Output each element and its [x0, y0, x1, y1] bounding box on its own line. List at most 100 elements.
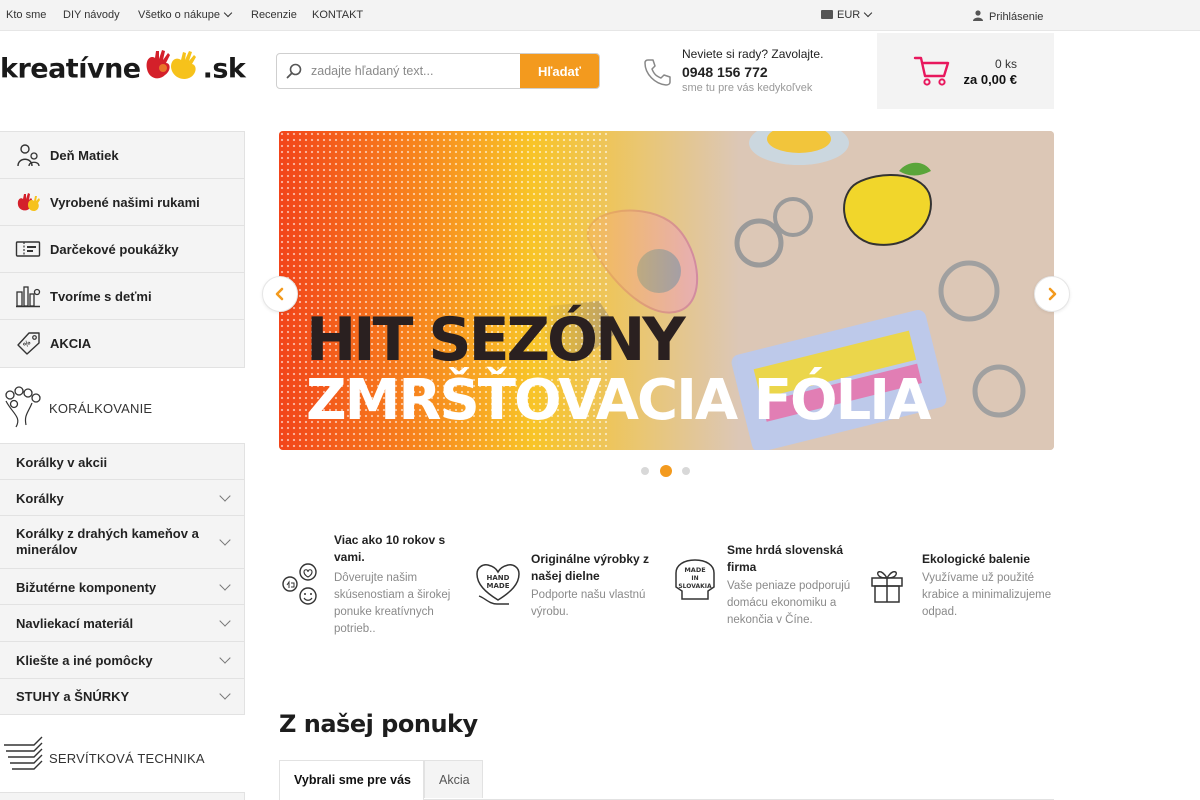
- phone-note: sme tu pre vás kedykoľvek: [682, 82, 813, 94]
- featured-categories: Deň Matiek Vyrobené našimi rukami Darček…: [0, 131, 245, 368]
- sidebar-item-mothers-day[interactable]: Deň Matiek: [0, 132, 244, 179]
- search-button[interactable]: Hľadať: [520, 54, 599, 88]
- banner-subheadline: ZMRŠŤOVACIA FÓLIA: [306, 368, 931, 433]
- nav-link-about[interactable]: Kto sme: [6, 9, 46, 21]
- logo-text: kreatívne: [0, 53, 141, 85]
- badge-text: SLOVAKIA: [678, 583, 712, 590]
- section-title-beading[interactable]: KORÁLKOVANIE: [0, 383, 245, 433]
- carousel-dot[interactable]: [641, 467, 649, 475]
- category-beads[interactable]: Korálky: [0, 480, 244, 516]
- site-logo[interactable]: kreatívne .sk: [0, 50, 246, 87]
- phone-number[interactable]: 0948 156 772: [682, 64, 768, 80]
- login-label: Prihlásenie: [989, 11, 1044, 23]
- handmade-badge-text: HAND: [487, 574, 510, 582]
- currency-label: EUR: [837, 9, 861, 21]
- carousel-next-button[interactable]: [1034, 276, 1070, 312]
- sidebar-item-label: Deň Matiek: [50, 148, 119, 163]
- sidebar-item-label: Darčekové poukážky: [50, 242, 179, 257]
- shopping-cart-icon: [913, 56, 950, 86]
- sidebar-item-vouchers[interactable]: Darčekové poukážky: [0, 226, 244, 273]
- painted-hands-logo-icon: [146, 50, 196, 79]
- section-title-label: SERVÍTKOVÁ TECHNIKA: [49, 751, 205, 766]
- badge-text: MADE: [684, 566, 705, 574]
- chevron-down-icon[interactable]: [219, 490, 231, 502]
- benefit-title: Originálne výrobky z našej dielne: [531, 552, 650, 583]
- nav-link-diy[interactable]: DIY návody: [63, 9, 120, 21]
- benefit-description: Využívame už použité krabice a minimaliz…: [922, 572, 1052, 618]
- beads-icon: [5, 386, 41, 428]
- benefit-title: Sme hrdá slovenská firma: [727, 543, 844, 574]
- sidebar-item-handmade[interactable]: Vyrobené našimi rukami: [0, 179, 244, 226]
- section-title-label: KORÁLKOVANIE: [49, 401, 153, 416]
- offer-tabs: Vybrali sme pre vás Akcia: [279, 760, 1054, 800]
- made-in-slovakia-icon: MADE IN SLOVAKIA: [675, 559, 715, 600]
- category-label: Navliekací materiál: [16, 616, 134, 631]
- handmade-badge-text: MADE: [487, 582, 510, 590]
- chevron-down-icon: [223, 8, 233, 18]
- chevron-down-icon[interactable]: [219, 615, 231, 627]
- benefit-description: Podporte našu vlastnú výrobu.: [531, 589, 646, 618]
- chevron-down-icon[interactable]: [219, 579, 231, 591]
- svg-text:%: %: [22, 339, 33, 350]
- category-threading-material[interactable]: Navliekací materiál: [0, 605, 244, 642]
- category-label: Korálky: [16, 491, 64, 506]
- category-label: Korálky z drahých kameňov a minerálov: [16, 526, 199, 557]
- tab-label: Akcia: [439, 773, 470, 787]
- napkin-stack-icon: [4, 736, 43, 770]
- sidebar-item-label: AKCIA: [50, 336, 92, 351]
- carousel-prev-button[interactable]: [262, 276, 298, 312]
- category-gemstone-beads[interactable]: Korálky z drahých kameňov a minerálov: [0, 516, 244, 569]
- sidebar-item-kids-crafts[interactable]: Tvoríme s deťmi: [0, 273, 244, 320]
- sidebar-item-label: Tvoríme s deťmi: [50, 289, 152, 304]
- category-label: Korálky v akcii: [16, 455, 108, 470]
- tab-sale[interactable]: Akcia: [424, 760, 483, 798]
- chevron-down-icon[interactable]: [219, 652, 231, 664]
- search-input[interactable]: [311, 54, 521, 88]
- section-heading-offers: Z našej ponuky: [279, 710, 478, 738]
- chevron-right-icon: [1048, 287, 1057, 301]
- cart-widget[interactable]: 0 ks za 0,00 €: [877, 33, 1054, 109]
- benefit-description: Vaše peniaze podporujú domácu ekonomiku …: [727, 580, 851, 626]
- header: kreatívne .sk Hľadať Neviete si rady? Za…: [0, 31, 1200, 109]
- nav-link-reviews[interactable]: Recenzie: [251, 9, 297, 21]
- search-bar: Hľadať: [276, 53, 600, 89]
- phone-icon: [644, 59, 671, 86]
- tab-label: Vybrali sme pre vás: [294, 773, 411, 787]
- carousel-dot-active[interactable]: [660, 465, 672, 477]
- tab-recommended[interactable]: Vybrali sme pre vás: [279, 760, 424, 800]
- mother-child-icon: [17, 144, 40, 167]
- handmade-icon: HAND MADE: [476, 564, 520, 605]
- sidebar-item-sale[interactable]: % AKCIA: [0, 320, 244, 367]
- chevron-down-icon[interactable]: [219, 534, 231, 546]
- banner-headline: HIT SEZÓNY: [306, 305, 686, 375]
- category-ribbons-cords[interactable]: STUHY a ŠNÚRKY: [0, 679, 244, 714]
- crafting-kids-icon: [16, 286, 41, 308]
- currency-selector[interactable]: EUR: [821, 8, 873, 21]
- beading-categories: Korálky v akcii Korálky Korálky z drahýc…: [0, 443, 245, 715]
- badge-text: IN: [691, 575, 698, 582]
- user-icon: [973, 10, 983, 21]
- price-tag-icon: %: [17, 332, 40, 355]
- nav-link-shopping-info[interactable]: Všetko o nákupe: [138, 8, 233, 21]
- cart-count: 0 ks: [994, 57, 1017, 71]
- benefit-title: Ekologické balenie: [922, 552, 1031, 566]
- login-link[interactable]: Prihlásenie: [973, 9, 1043, 23]
- phone-prompt: Neviete si rady? Zavolajte.: [682, 47, 824, 61]
- category-pliers-tools[interactable]: Kliešte a iné pomôcky: [0, 642, 244, 679]
- category-label: STUHY a ŠNÚRKY: [16, 689, 130, 704]
- logo-domain: .sk: [202, 53, 246, 85]
- nav-link-shopping-info-label: Všetko o nákupe: [138, 9, 220, 21]
- search-icon: [286, 63, 302, 79]
- category-label: Kliešte a iné pomôcky: [16, 653, 153, 668]
- money-icon: [821, 10, 833, 19]
- category-beads-on-sale[interactable]: Korálky v akcii: [0, 444, 244, 480]
- category-jewelry-components[interactable]: Bižutérne komponenty: [0, 569, 244, 605]
- benefit-title: Viac ako 10 rokov s vami.: [334, 533, 446, 564]
- section-title-napkin-technique[interactable]: SERVÍTKOVÁ TECHNIKA: [0, 733, 245, 783]
- benefit-description: Dôverujte našim skúsenostiam a širokej p…: [334, 572, 451, 635]
- nav-link-contact[interactable]: KONTAKT: [312, 9, 363, 21]
- chevron-down-icon[interactable]: [219, 688, 231, 700]
- hero-banner[interactable]: HIT SEZÓNY ZMRŠŤOVACIA FÓLIA: [279, 131, 1054, 450]
- sidebar-item-label: Vyrobené našimi rukami: [50, 195, 200, 210]
- carousel-dot[interactable]: [682, 467, 690, 475]
